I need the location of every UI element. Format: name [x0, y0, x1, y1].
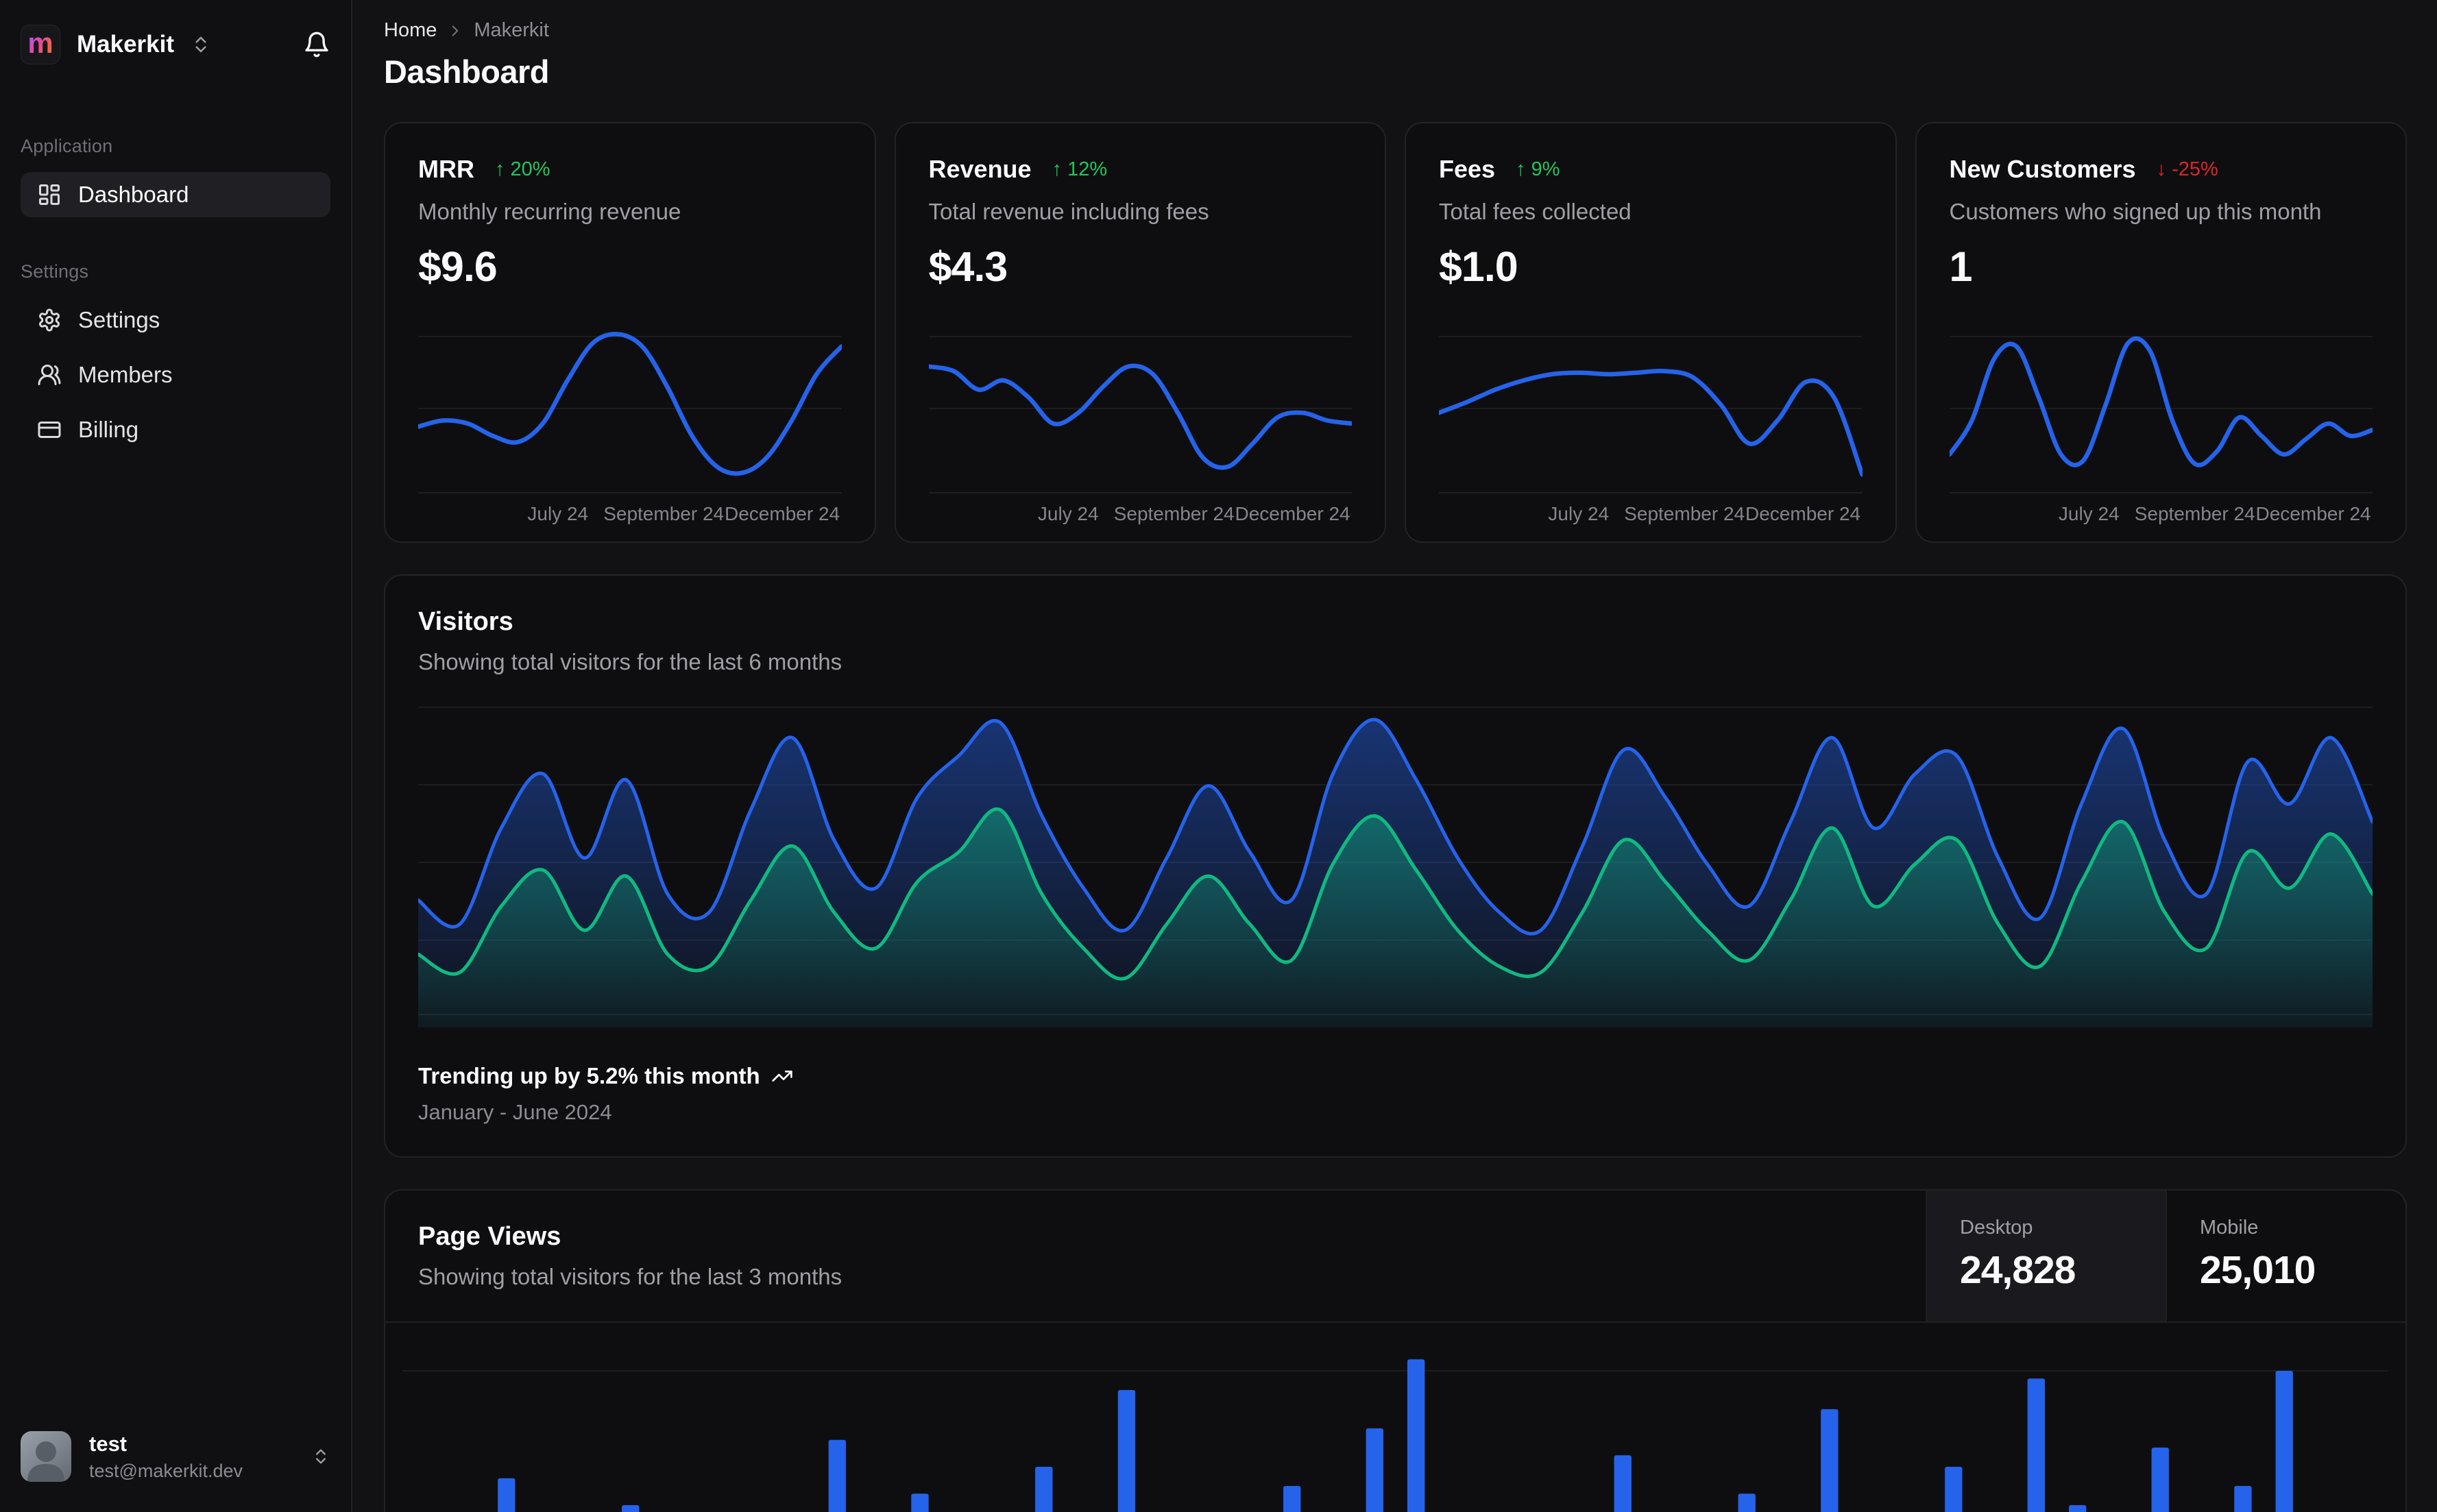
- nav-section-label-application: Application: [21, 136, 113, 156]
- x-axis-labels: July 24 September 24 December 24: [928, 492, 1352, 524]
- stat-title: Revenue: [928, 155, 1032, 183]
- layout-dashboard-icon: [37, 182, 62, 207]
- stat-card-mrr: MRR ↑ 20% Monthly recurring revenue $9.6 …: [384, 122, 876, 543]
- stat-value: $9.6: [418, 243, 498, 290]
- page-views-card: Page Views Showing total visitors for th…: [384, 1189, 2407, 1512]
- page-views-bar-chart: [403, 1359, 2388, 1512]
- breadcrumb-home-link[interactable]: Home: [384, 19, 437, 42]
- trend-badge: ↑ 12%: [1052, 158, 1108, 180]
- user-name: test: [89, 1431, 128, 1456]
- main-content: Home Makerkit Dashboard MRR ↑ 20% Monthly…: [352, 0, 2437, 1512]
- sidebar-item-members[interactable]: Members: [21, 352, 330, 398]
- trend-badge: ↑ 20%: [494, 158, 550, 180]
- trend-badge: ↑ 9%: [1516, 158, 1560, 180]
- user-email: test@makerkit.dev: [89, 1460, 243, 1481]
- users-icon: [37, 363, 62, 387]
- tab-mobile-label: Mobile: [2200, 1217, 2259, 1239]
- tab-desktop-value: 24,828: [1960, 1248, 2076, 1292]
- page-views-series-tabs: Desktop 24,828 Mobile 25,010: [1926, 1191, 2405, 1321]
- breadcrumb: Home Makerkit: [384, 19, 2407, 42]
- arrow-down-icon: ↓: [2156, 158, 2167, 180]
- stat-card-revenue: Revenue ↑ 12% Total revenue including fee…: [894, 122, 1386, 543]
- nav-list-settings: Settings Members Billing: [21, 297, 330, 452]
- breadcrumb-current: Makerkit: [474, 19, 549, 41]
- visitors-trend-text: Trending up by 5.2% this month: [418, 1063, 760, 1088]
- tab-mobile[interactable]: Mobile 25,010: [2166, 1191, 2405, 1321]
- user-meta: test test@makerkit.dev: [89, 1432, 243, 1482]
- fees-sparkline-chart: [1439, 336, 1863, 477]
- chevrons-up-down-icon: [311, 1447, 330, 1466]
- page-views-title: Page Views: [418, 1222, 561, 1251]
- nav-list-application: Dashboard: [21, 172, 330, 217]
- trending-up-icon: [771, 1065, 793, 1087]
- tab-desktop[interactable]: Desktop 24,828: [1926, 1191, 2166, 1321]
- sidebar-item-settings[interactable]: Settings: [21, 297, 330, 343]
- sidebar-header: m Makerkit: [21, 25, 330, 64]
- stat-card-new-customers: New Customers ↓ -25% Customers who signed…: [1915, 122, 2407, 543]
- credit-card-icon: [37, 417, 62, 442]
- trend-badge: ↓ -25%: [2156, 158, 2218, 180]
- stat-value: 1: [1949, 243, 1973, 290]
- bell-icon: [303, 31, 330, 58]
- x-axis-labels: July 24 September 24 December 24: [418, 492, 842, 524]
- stat-title: Fees: [1439, 155, 1496, 183]
- sidebar-item-billing[interactable]: Billing: [21, 407, 330, 452]
- sidebar-item-label: Members: [78, 362, 173, 387]
- brand-logo-letter: m: [27, 27, 53, 59]
- tab-mobile-value: 25,010: [2200, 1248, 2316, 1292]
- nav-section-label-settings: Settings: [21, 261, 89, 282]
- visitors-title: Visitors: [418, 607, 513, 636]
- avatar: [21, 1431, 71, 1482]
- user-menu[interactable]: test test@makerkit.dev: [21, 1431, 330, 1482]
- arrow-up-icon: ↑: [1516, 158, 1526, 180]
- stats-grid: MRR ↑ 20% Monthly recurring revenue $9.6 …: [384, 122, 2407, 543]
- stat-title: MRR: [418, 155, 474, 183]
- stat-title: New Customers: [1949, 155, 2136, 183]
- chevrons-up-down-icon: [191, 34, 211, 55]
- page-views-header: Page Views Showing total visitors for th…: [385, 1191, 2405, 1323]
- stat-value: $1.0: [1439, 243, 1518, 290]
- x-axis-labels: July 24 September 24 December 24: [1439, 492, 1863, 524]
- sidebar-item-dashboard[interactable]: Dashboard: [21, 172, 330, 217]
- page-views-subtitle: Showing total visitors for the last 3 mo…: [418, 1264, 842, 1289]
- chevron-right-icon: [446, 22, 464, 40]
- workspace-name: Makerkit: [77, 31, 175, 58]
- workspace-selector[interactable]: m Makerkit: [21, 25, 211, 64]
- new-customers-sparkline-chart: [1949, 336, 2373, 467]
- stat-description: Monthly recurring revenue: [418, 199, 681, 224]
- notifications-button[interactable]: [303, 31, 330, 58]
- tab-desktop-label: Desktop: [1960, 1217, 2033, 1239]
- arrow-up-icon: ↑: [494, 158, 505, 180]
- visitors-subtitle: Showing total visitors for the last 6 mo…: [418, 649, 842, 674]
- stat-description: Customers who signed up this month: [1949, 199, 2322, 224]
- visitors-date-range: January - June 2024: [418, 1100, 612, 1124]
- stat-description: Total revenue including fees: [928, 199, 1209, 224]
- stat-value: $4.3: [928, 243, 1008, 290]
- mrr-sparkline-chart: [418, 332, 842, 476]
- sidebar-item-label: Settings: [78, 307, 160, 332]
- sidebar-item-label: Dashboard: [78, 182, 189, 207]
- stat-card-fees: Fees ↑ 9% Total fees collected $1.0 July …: [1405, 122, 1897, 543]
- arrow-up-icon: ↑: [1052, 158, 1063, 180]
- visitors-card: Visitors Showing total visitors for the …: [384, 574, 2407, 1158]
- x-axis-labels: July 24 September 24 December 24: [1949, 492, 2373, 524]
- gear-icon: [37, 308, 62, 332]
- revenue-sparkline-chart: [928, 336, 1352, 470]
- visitors-area-chart: [418, 706, 2373, 1027]
- sidebar-item-label: Billing: [78, 417, 139, 442]
- page-title: Dashboard: [384, 53, 550, 90]
- app-root: m Makerkit Application Dashboard Setting…: [0, 0, 2437, 1512]
- brand-logo: m: [21, 25, 60, 64]
- sidebar: m Makerkit Application Dashboard Setting…: [0, 0, 352, 1512]
- visitors-footer: Trending up by 5.2% this month January -…: [418, 1063, 2373, 1125]
- stat-description: Total fees collected: [1439, 199, 1632, 224]
